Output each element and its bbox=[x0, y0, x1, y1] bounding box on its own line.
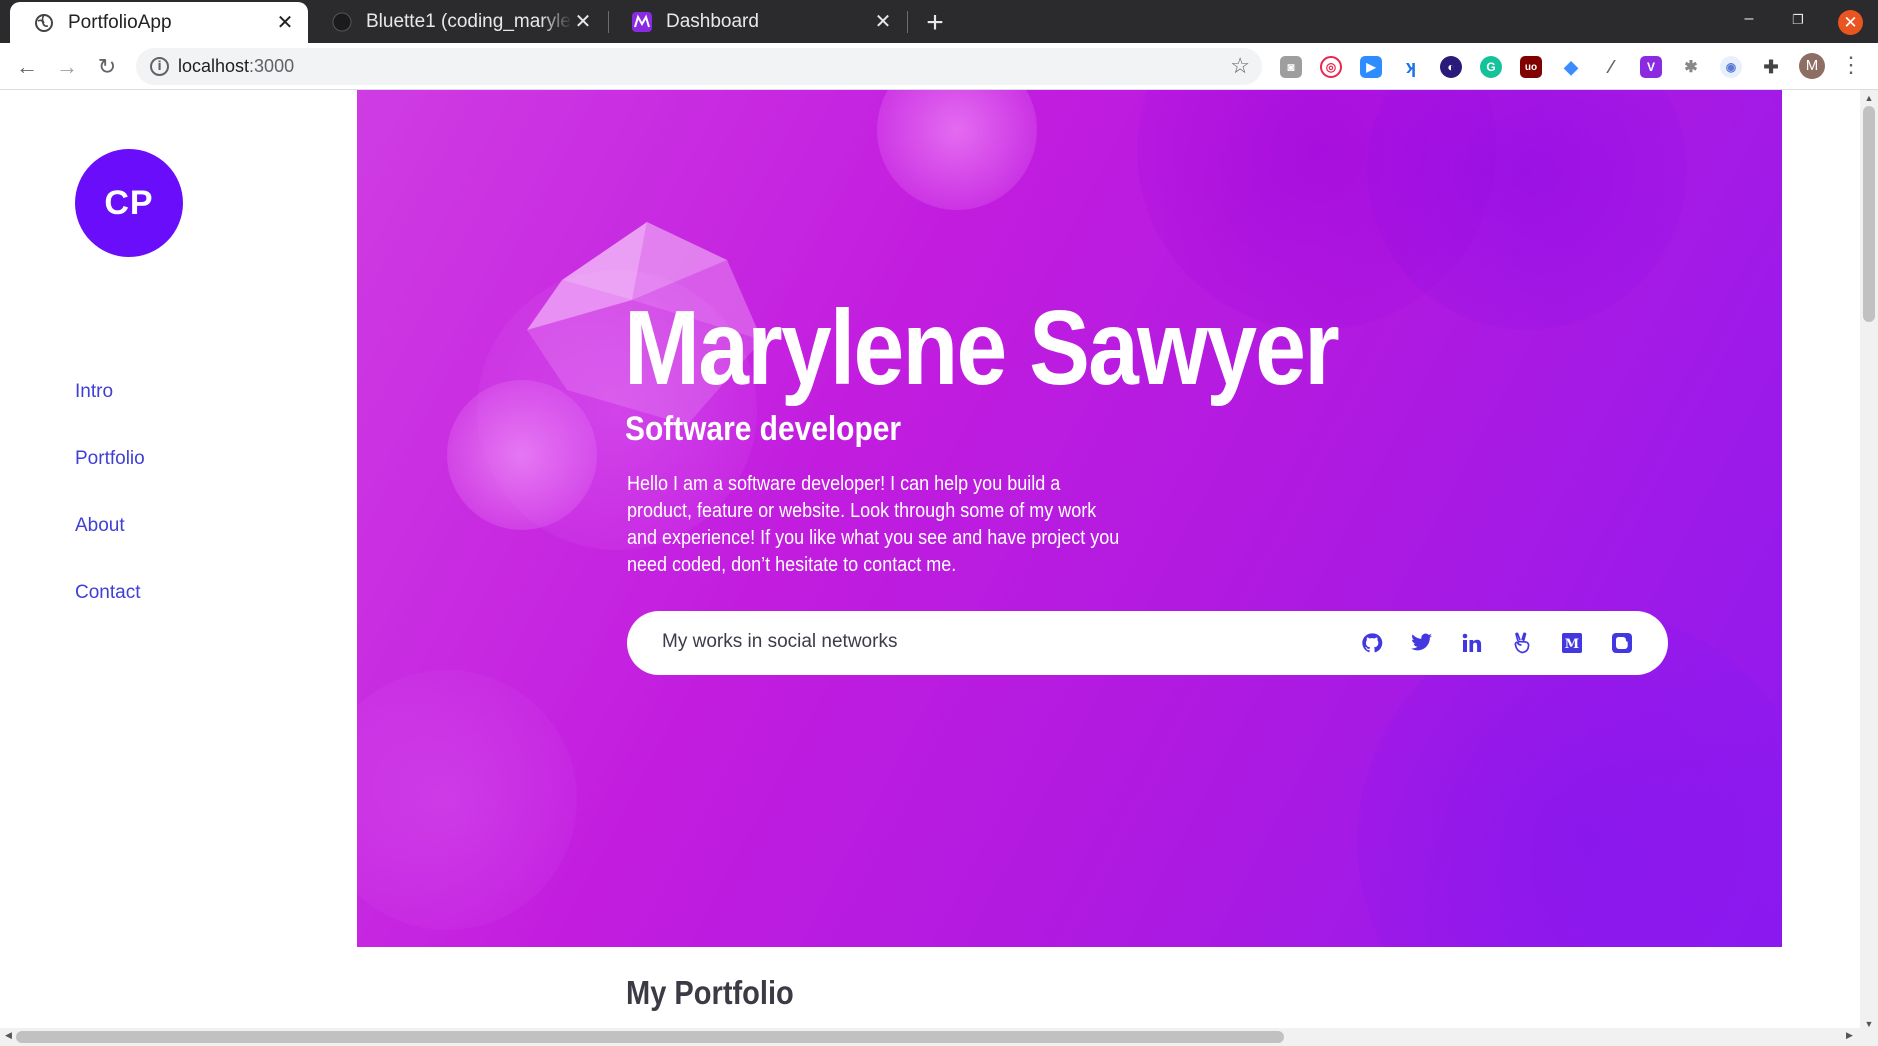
social-links-bar: My works in social networks M bbox=[627, 611, 1668, 675]
blogger-icon[interactable] bbox=[1610, 631, 1634, 655]
vertical-scrollbar[interactable]: ▲ ▼ bbox=[1860, 90, 1878, 1032]
svg-text:M: M bbox=[1565, 637, 1579, 652]
bug-icon[interactable]: ✱ bbox=[1680, 56, 1702, 78]
hero-section: Marylene Sawyer Software developer Hello… bbox=[357, 90, 1782, 947]
puzzle-icon[interactable]: ✚ bbox=[1760, 56, 1782, 78]
lastpass-icon[interactable]: ◎ bbox=[1320, 56, 1342, 78]
decorative-bokeh bbox=[357, 670, 577, 930]
angellist-icon[interactable] bbox=[1510, 631, 1534, 655]
hero-role: Software developer bbox=[625, 410, 902, 448]
nav-link-contact[interactable]: Contact bbox=[75, 582, 140, 604]
address-bar[interactable]: i localhost:3000 ☆ bbox=[136, 48, 1262, 85]
browser-toolbar: ← → ↻ i localhost:3000 ☆ ◙ ◎ ▶ ʞ ◐ G uo … bbox=[0, 43, 1878, 90]
info-icon[interactable]: i bbox=[150, 57, 169, 76]
camera-icon[interactable]: ◙ bbox=[1280, 56, 1302, 78]
klarna-icon[interactable]: ʞ bbox=[1400, 56, 1422, 78]
github-icon[interactable] bbox=[1360, 631, 1384, 655]
scroll-right-arrow-icon[interactable]: ▶ bbox=[1846, 1030, 1853, 1041]
dashboard-logo-icon bbox=[632, 11, 652, 32]
url-port: :3000 bbox=[249, 56, 295, 76]
twitter-icon[interactable] bbox=[1410, 631, 1434, 655]
tab-title: Bluette1 (coding_marylene bbox=[366, 10, 572, 32]
github-icon bbox=[332, 12, 352, 32]
tab-bluette[interactable]: Bluette1 (coding_marylene ✕ bbox=[308, 0, 606, 43]
tab-close-icon[interactable]: ✕ bbox=[872, 9, 894, 34]
tab-title: PortfolioApp bbox=[68, 11, 172, 33]
plus-icon[interactable]: + bbox=[920, 6, 950, 40]
reload-icon[interactable]: ↻ bbox=[93, 53, 121, 81]
kebab-menu-icon[interactable]: ⋮ bbox=[1840, 52, 1862, 78]
metamask-icon[interactable]: ◆ bbox=[1560, 56, 1582, 78]
window-close-icon[interactable]: ✕ bbox=[1838, 10, 1863, 35]
horizontal-scrollbar[interactable]: ◀ ▶ bbox=[0, 1028, 1878, 1046]
medium-icon[interactable]: M bbox=[1560, 631, 1584, 655]
eyedropper-icon[interactable]: ⁄ bbox=[1600, 56, 1622, 78]
ublock-icon[interactable]: uo bbox=[1520, 56, 1542, 78]
loom-icon[interactable]: ◐ bbox=[1440, 56, 1462, 78]
url-text[interactable]: localhost:3000 bbox=[178, 56, 294, 77]
tab-title: Dashboard bbox=[666, 10, 759, 32]
tab-dashboard[interactable]: Dashboard ✕ bbox=[608, 0, 906, 43]
nav-link-portfolio[interactable]: Portfolio bbox=[75, 448, 145, 470]
site-logo[interactable]: CP bbox=[75, 149, 183, 257]
vertical-scroll-thumb[interactable] bbox=[1863, 106, 1875, 322]
portfolio-section-title: My Portfolio bbox=[626, 974, 794, 1011]
horizontal-scroll-thumb[interactable] bbox=[16, 1031, 1284, 1043]
grammarly-icon[interactable]: G bbox=[1480, 56, 1502, 78]
nav-link-intro[interactable]: Intro bbox=[75, 381, 113, 403]
scroll-left-arrow-icon[interactable]: ◀ bbox=[5, 1030, 12, 1041]
vimeo-icon[interactable]: V bbox=[1640, 56, 1662, 78]
sidebar: CP Intro Portfolio About Contact bbox=[0, 90, 357, 1032]
hero-intro-text: Hello I am a software developer! I can h… bbox=[627, 473, 1120, 576]
page-viewport: CP Intro Portfolio About Contact Marylen… bbox=[0, 90, 1860, 1032]
sonar-icon[interactable]: ◉ bbox=[1720, 56, 1742, 78]
zoom-icon[interactable]: ▶ bbox=[1360, 56, 1382, 78]
bookmark-star-icon[interactable]: ☆ bbox=[1230, 53, 1250, 79]
nav-link-about[interactable]: About bbox=[75, 515, 125, 537]
minimize-icon[interactable]: – bbox=[1737, 10, 1761, 28]
maximize-icon[interactable]: ❐ bbox=[1786, 12, 1810, 28]
browser-tab-bar: PortfolioApp ✕ Bluette1 (coding_marylene… bbox=[0, 0, 1878, 43]
scroll-up-arrow-icon[interactable]: ▲ bbox=[1860, 93, 1878, 103]
globe-icon bbox=[34, 13, 54, 33]
forward-arrow-icon[interactable]: → bbox=[53, 53, 81, 81]
tab-close-icon[interactable]: ✕ bbox=[274, 10, 296, 35]
decorative-bokeh bbox=[877, 90, 1037, 210]
profile-avatar[interactable]: M bbox=[1799, 53, 1825, 79]
url-host: localhost bbox=[178, 56, 250, 76]
tab-separator bbox=[907, 11, 908, 33]
linkedin-icon[interactable] bbox=[1460, 631, 1484, 655]
tab-portfolioapp[interactable]: PortfolioApp ✕ bbox=[10, 2, 308, 43]
back-arrow-icon[interactable]: ← bbox=[13, 53, 41, 81]
social-links-label: My works in social networks bbox=[662, 631, 898, 652]
tab-close-icon[interactable]: ✕ bbox=[572, 9, 594, 34]
hero-name: Marylene Sawyer bbox=[624, 289, 1340, 407]
